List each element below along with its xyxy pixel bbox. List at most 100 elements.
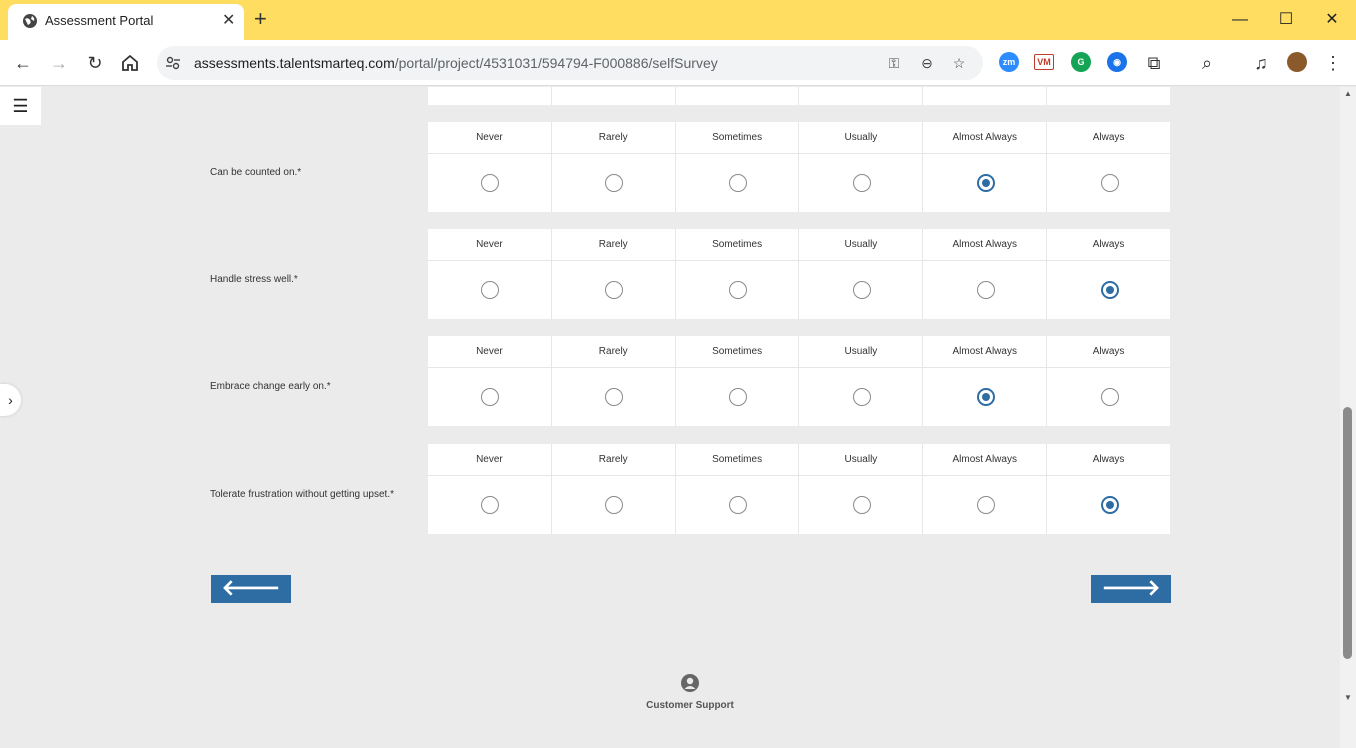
rating-column: Usually [799, 444, 924, 534]
new-tab-icon[interactable]: + [254, 8, 267, 30]
site-settings-icon[interactable] [165, 55, 181, 71]
rating-column: Always [1047, 444, 1170, 534]
rating-column: Rarely [551, 444, 676, 534]
customer-support-link[interactable]: Customer Support [640, 673, 740, 711]
user-circle-icon [681, 674, 699, 692]
rating-radio[interactable] [976, 496, 995, 514]
rating-option-label: Rarely [551, 229, 675, 261]
rating-column: Usually [799, 122, 924, 212]
rating-option-label: Always [1047, 122, 1170, 154]
rating-option-label: Almost Always [923, 229, 1047, 261]
rating-grid: Never Rarely Sometimes Usually Almost Always… [428, 336, 1170, 426]
tab-close-icon[interactable]: ✕ [222, 11, 235, 31]
rating-grid: Never Rarely Sometimes Usually Almost Always… [428, 444, 1170, 534]
rating-option-label: Almost Always [923, 122, 1047, 154]
rating-radio[interactable] [729, 281, 748, 299]
rating-radio[interactable] [605, 496, 624, 514]
window-close-icon[interactable]: ✕ [1320, 8, 1344, 32]
media-control-icon[interactable]: ♫ [1249, 51, 1273, 75]
rating-option-label: Never [428, 336, 551, 368]
rating-radio[interactable] [605, 281, 624, 299]
survey-page: ☰ › Can be counted on.* Never Rarely Someti… [0, 87, 1340, 748]
rating-radio[interactable] [852, 496, 871, 514]
profile-avatar[interactable] [1287, 52, 1307, 72]
next-button[interactable]: 🡒 [1091, 575, 1171, 603]
rating-radio[interactable] [481, 496, 500, 514]
rating-option-label: Sometimes [675, 336, 799, 368]
forward-icon[interactable]: → [47, 51, 71, 75]
rating-column: Never [428, 444, 552, 534]
rating-option-label: Rarely [551, 444, 675, 476]
extensions-puzzle-icon[interactable]: ⧉ [1142, 51, 1166, 75]
rating-radio[interactable] [605, 174, 624, 192]
bookmark-star-icon[interactable]: ☆ [950, 54, 968, 72]
rating-radio[interactable] [852, 281, 871, 299]
rating-option-label: Almost Always [923, 444, 1047, 476]
question-label: Embrace change early on.* [210, 381, 331, 392]
home-icon[interactable] [120, 53, 140, 73]
rating-column: Usually [799, 229, 924, 319]
tab-search-icon[interactable]: ⌕ [1195, 51, 1219, 75]
rating-radio[interactable] [976, 281, 995, 299]
reload-icon[interactable]: ↻ [83, 51, 107, 75]
rating-option-label: Always [1047, 444, 1170, 476]
rating-radio[interactable] [605, 388, 624, 406]
rating-radio[interactable] [976, 174, 995, 192]
rating-option-label: Rarely [551, 122, 675, 154]
rating-option-label: Never [428, 122, 551, 154]
question-label: Tolerate frustration without getting ups… [210, 489, 394, 500]
rating-column: Always [1047, 336, 1170, 426]
rating-grid: Never Rarely Sometimes Usually Almost Always… [428, 229, 1170, 319]
rating-radio[interactable] [1100, 496, 1119, 514]
chevron-right-icon[interactable]: › [0, 384, 21, 416]
url-host: assessments.talentsmarteq.com [194, 55, 395, 71]
minimize-icon[interactable]: — [1228, 8, 1252, 32]
rating-radio[interactable] [852, 174, 871, 192]
circle-extension-icon[interactable]: ◉ [1107, 52, 1127, 72]
rating-radio[interactable] [976, 388, 995, 406]
back-icon[interactable]: ← [11, 51, 35, 75]
rating-column: Almost Always [923, 122, 1048, 212]
vm-extension-icon[interactable]: VM [1034, 54, 1054, 70]
rating-radio[interactable] [481, 174, 500, 192]
rating-radio[interactable] [729, 388, 748, 406]
kebab-menu-icon[interactable]: ⋮ [1321, 51, 1345, 75]
rating-radio[interactable] [1100, 174, 1119, 192]
rating-radio[interactable] [729, 174, 748, 192]
browser-titlebar: Assessment Portal ✕ + — ☐ ✕ [0, 0, 1356, 40]
rating-option-label: Sometimes [675, 229, 799, 261]
tab-title: Assessment Portal [45, 13, 154, 28]
page-scrollbar[interactable]: ▲ ▼ [1340, 87, 1356, 748]
rating-radio[interactable] [1100, 281, 1119, 299]
scroll-up-icon[interactable]: ▲ [1344, 89, 1352, 98]
zoom-icon[interactable]: ⊖ [918, 54, 936, 72]
rating-column: Sometimes [675, 122, 800, 212]
survey-question: Handle stress well.* Never Rarely Sometimes… [210, 229, 1170, 319]
rating-column: Always [1047, 229, 1170, 319]
browser-tab[interactable]: Assessment Portal ✕ [8, 4, 244, 40]
grammarly-extension-icon[interactable]: G [1071, 52, 1091, 72]
globe-icon [23, 14, 37, 28]
survey-question: Embrace change early on.* Never Rarely Some… [210, 336, 1170, 426]
rating-option-label: Sometimes [675, 122, 799, 154]
rating-option-label: Usually [799, 229, 923, 261]
password-key-icon[interactable]: ⚿ [885, 54, 903, 72]
previous-button[interactable]: 🡐 [211, 575, 291, 603]
rating-column: Usually [799, 336, 924, 426]
rating-radio[interactable] [729, 496, 748, 514]
scroll-down-icon[interactable]: ▼ [1344, 693, 1352, 702]
rating-option-label: Always [1047, 229, 1170, 261]
rating-radio[interactable] [852, 388, 871, 406]
rating-column: Sometimes [675, 229, 800, 319]
rating-radio[interactable] [481, 281, 500, 299]
rating-column: Rarely [551, 336, 676, 426]
address-bar[interactable]: assessments.talentsmarteq.com/portal/pro… [157, 46, 983, 80]
rating-radio[interactable] [481, 388, 500, 406]
hamburger-menu-icon[interactable]: ☰ [0, 87, 41, 125]
url-path: /portal/project/4531031/594794-F000886/s… [394, 55, 718, 71]
zoom-extension-icon[interactable]: zm [999, 52, 1019, 72]
rating-column: Never [428, 122, 552, 212]
scroll-thumb[interactable] [1343, 407, 1352, 659]
maximize-icon[interactable]: ☐ [1274, 8, 1298, 32]
rating-radio[interactable] [1100, 388, 1119, 406]
